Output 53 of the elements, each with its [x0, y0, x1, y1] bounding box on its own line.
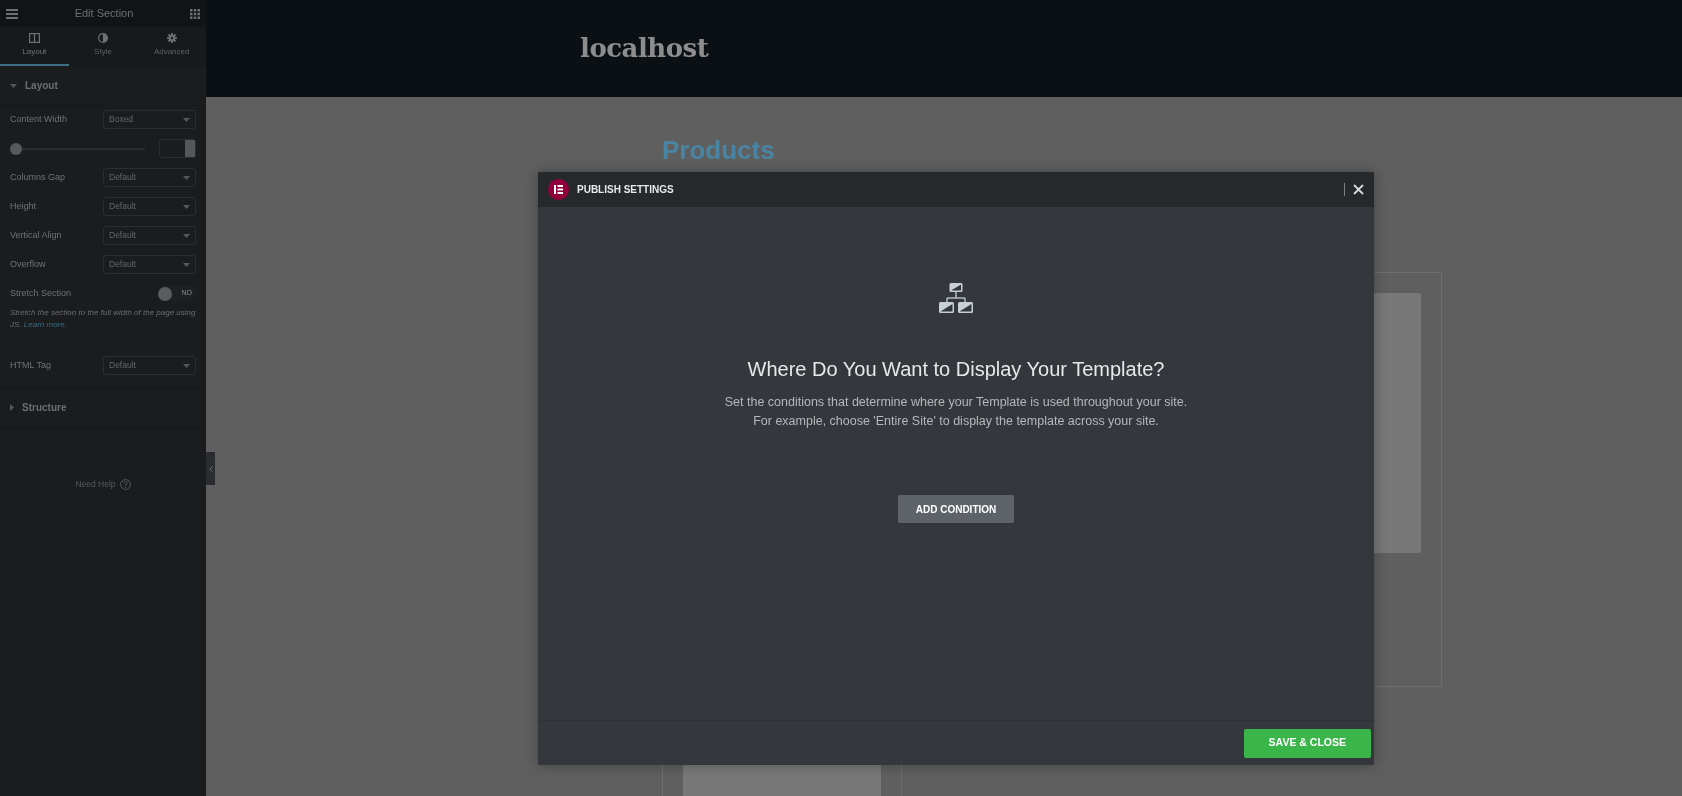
panel-tab[interactable]: Advanced [137, 27, 206, 66]
save-close-button[interactable]: SAVE & CLOSE [1243, 728, 1371, 758]
close-button[interactable] [1344, 183, 1364, 196]
columns-icon [28, 33, 40, 43]
caret-icon [183, 233, 190, 238]
grid-icon[interactable] [190, 8, 200, 19]
sitemap-icon [938, 282, 974, 315]
chevron-left-icon [208, 465, 213, 472]
field-label: Overflow [10, 257, 46, 271]
field-label: Height [10, 199, 36, 213]
help-icon[interactable] [119, 479, 131, 491]
select-field[interactable]: Default [103, 226, 196, 245]
select-value: Default [109, 200, 136, 213]
field-label: Columns Gap [10, 170, 66, 184]
logo-icon [548, 179, 569, 200]
add-condition-button[interactable]: ADD CONDITION [897, 495, 1015, 523]
caret-icon [183, 175, 190, 180]
slider-thumb[interactable] [10, 142, 22, 155]
select-value: Boxed [109, 113, 134, 126]
caret-down-icon [10, 83, 17, 88]
panel-tab[interactable]: Style [68, 27, 138, 66]
caret-icon [183, 262, 190, 267]
gear-icon [166, 33, 177, 43]
caret-right-icon [10, 404, 14, 412]
select-field[interactable]: Default [103, 356, 196, 376]
help-text: Stretch the section to the full width of the page using JS. Learn more. [10, 307, 196, 331]
collapse-handle[interactable] [206, 452, 215, 485]
site-title[interactable]: localhost [580, 29, 709, 68]
select-value: Default [109, 359, 136, 373]
dialog-heading: Where Do You Want to Display Your Template? [747, 357, 1165, 381]
dialog-title: PUBLISH SETTINGS [577, 183, 674, 197]
field-label: HTML Tag [10, 358, 51, 372]
field-label: Vertical Align [10, 228, 62, 242]
select-field[interactable]: Boxed [103, 110, 196, 129]
select-field[interactable]: Default [103, 255, 196, 274]
panel-title: Edit Section [74, 6, 134, 22]
select-value: Default [109, 258, 136, 271]
select-field[interactable]: Default [103, 197, 196, 216]
contrast-icon [98, 33, 108, 43]
learn-more-link[interactable]: Learn more. [23, 319, 67, 329]
field-label: Stretch Section [10, 286, 72, 300]
select-value: Default [109, 171, 136, 184]
select-field[interactable]: Default [103, 168, 196, 187]
dialog-description: Set the conditions that determine where your Template is used throughout your site. [724, 394, 1188, 411]
page-heading: Products [662, 135, 776, 167]
caret-icon [183, 204, 190, 209]
field-label: Content Width [10, 112, 68, 126]
caret-icon [183, 363, 190, 368]
select-value: Default [109, 229, 136, 242]
menu-icon[interactable] [6, 8, 18, 19]
number-field[interactable] [159, 139, 196, 158]
caret-icon [183, 117, 190, 122]
dialog-description: For example, choose 'Entire Site' to display the template across your site. [753, 413, 1159, 430]
